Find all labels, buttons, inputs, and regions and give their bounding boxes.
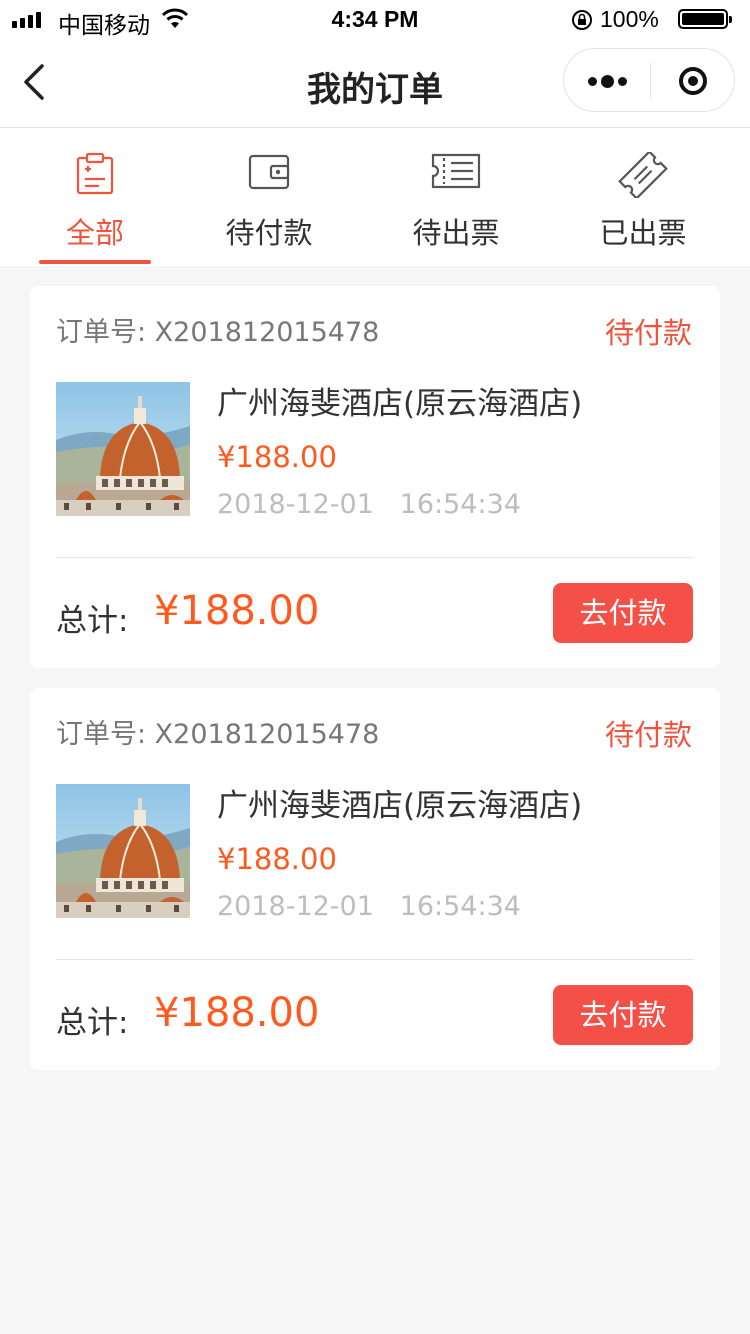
tab-all[interactable]: 全部 [0, 128, 190, 266]
hotel-thumbnail[interactable] [56, 382, 190, 516]
tab-label: 全部 [65, 216, 124, 250]
more-button[interactable] [564, 49, 650, 113]
pay-button[interactable]: 去付款 [553, 583, 693, 643]
battery-icon [678, 9, 732, 29]
order-number: 订单号: X201812015478 [56, 317, 380, 348]
tab-issued-ticket[interactable]: 已出票 [550, 128, 736, 266]
issued-ticket-icon [618, 152, 668, 198]
hotel-name[interactable]: 广州海斐酒店(原云海酒店) [217, 378, 582, 423]
clipboard-icon [76, 152, 114, 195]
wallet-icon [248, 154, 290, 190]
status-bar: 中国移动 4:34 PM 100% [0, 0, 750, 40]
total-amount: ¥188.00 [154, 588, 320, 634]
total-amount: ¥188.00 [154, 990, 320, 1036]
tab-pending-ticket[interactable]: 待出票 [362, 128, 550, 266]
target-icon [679, 67, 707, 95]
battery-percent: 100% [600, 6, 659, 32]
order-status: 待付款 [604, 316, 692, 350]
divider [56, 959, 694, 960]
close-mini-program-button[interactable] [650, 49, 736, 113]
order-card: 订单号: X201812015478 待付款 广州海斐酒店(原云海酒店) ¥18… [30, 688, 720, 1070]
ticket-list-icon [431, 153, 481, 189]
unit-price: ¥188.00 [217, 842, 337, 876]
hotel-name[interactable]: 广州海斐酒店(原云海酒店) [217, 780, 582, 825]
total-label: 总计: [56, 1005, 129, 1041]
order-datetime: 2018-12-01 16:54:34 [217, 891, 521, 922]
rotation-lock-icon [571, 9, 593, 37]
tab-label: 待出票 [412, 216, 500, 250]
order-card: 订单号: X201812015478 待付款 广州海斐酒店(原云海酒店) ¥18… [30, 286, 720, 668]
order-datetime: 2018-12-01 16:54:34 [217, 489, 521, 520]
tab-label: 待付款 [225, 216, 313, 250]
order-tabs: 全部 待付款 待出票 已出票 [0, 128, 750, 266]
pay-button[interactable]: 去付款 [553, 985, 693, 1045]
active-tab-indicator [39, 260, 151, 264]
hotel-thumbnail[interactable] [56, 784, 190, 918]
tab-label: 已出票 [599, 216, 687, 250]
divider [56, 557, 694, 558]
order-status: 待付款 [604, 718, 692, 752]
total-label: 总计: [56, 603, 129, 639]
tab-pending-payment[interactable]: 待付款 [176, 128, 362, 266]
nav-bar: 我的订单 [0, 40, 750, 128]
order-number: 订单号: X201812015478 [56, 719, 380, 750]
unit-price: ¥188.00 [217, 440, 337, 474]
mini-program-capsule [563, 48, 735, 112]
